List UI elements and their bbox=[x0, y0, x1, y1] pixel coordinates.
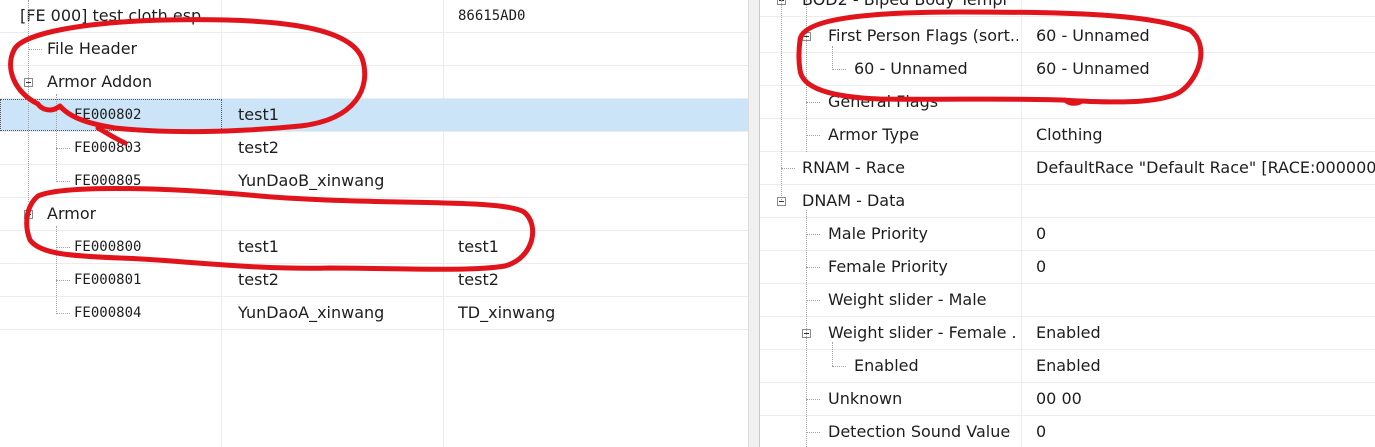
tree-line bbox=[806, 102, 820, 103]
tree-row-armor-addon[interactable]: Armor Addon bbox=[0, 66, 748, 99]
tree-line bbox=[781, 0, 782, 200]
tree-row-file-header[interactable]: File Header bbox=[0, 33, 748, 66]
element-value[interactable]: 0 bbox=[1036, 218, 1046, 250]
element-row[interactable]: Weight slider - Female ... Enabled bbox=[760, 317, 1375, 350]
record-view-pane[interactable]: BOD2 - Biped Body Templ First Person Fla… bbox=[760, 0, 1375, 447]
tree-line bbox=[832, 342, 833, 366]
editor-id: test1 bbox=[238, 105, 279, 124]
tree-line bbox=[56, 94, 57, 182]
element-value[interactable]: Enabled bbox=[1036, 317, 1101, 349]
tree-line bbox=[806, 432, 820, 433]
element-row[interactable]: Female Priority 0 bbox=[760, 251, 1375, 284]
plugin-crc: 86615AD0 bbox=[458, 8, 526, 24]
form-id: FE000801 bbox=[74, 272, 142, 288]
element-label: RNAM - Race bbox=[802, 158, 905, 177]
tree-line bbox=[56, 181, 70, 182]
element-value[interactable]: 60 - Unnamed bbox=[1036, 20, 1150, 52]
tree-line bbox=[28, 0, 29, 202]
element-row[interactable]: RNAM - Race DefaultRace "Default Race" [… bbox=[760, 152, 1375, 185]
element-row[interactable]: Detection Sound Value 0 bbox=[760, 416, 1375, 447]
element-label: Female Priority bbox=[828, 257, 948, 276]
element-row[interactable]: Unknown 00 00 bbox=[760, 383, 1375, 416]
plugin-name: [FE 000] test cloth.esp bbox=[20, 6, 202, 25]
tree-line bbox=[832, 366, 846, 367]
editor-id: test2 bbox=[238, 270, 279, 289]
element-row[interactable]: Enabled Enabled bbox=[760, 350, 1375, 383]
element-row[interactable]: Armor Type Clothing bbox=[760, 119, 1375, 152]
form-id: FE000803 bbox=[74, 140, 142, 156]
element-label: DNAM - Data bbox=[802, 191, 906, 210]
tree-row-record[interactable]: FE000804 YunDaoA_xinwang TD_xinwang bbox=[0, 297, 748, 330]
element-row[interactable]: 60 - Unnamed 60 - Unnamed bbox=[760, 53, 1375, 86]
tree-line bbox=[56, 313, 70, 314]
element-row[interactable]: General Flags bbox=[760, 86, 1375, 119]
form-id: FE000804 bbox=[74, 305, 142, 321]
element-value[interactable]: 0 bbox=[1036, 251, 1046, 283]
tree-line bbox=[806, 267, 820, 268]
tree-row-armor[interactable]: Armor bbox=[0, 198, 748, 231]
tree-line bbox=[806, 234, 820, 235]
tree-line bbox=[56, 280, 70, 281]
element-label: Enabled bbox=[854, 356, 919, 375]
element-label: Weight slider - Female ... bbox=[828, 323, 1018, 342]
element-value[interactable]: DefaultRace "Default Race" [RACE:0000001… bbox=[1036, 152, 1375, 184]
element-label: First Person Flags (sort... bbox=[828, 26, 1018, 45]
element-value[interactable]: Enabled bbox=[1036, 350, 1101, 382]
tree-line bbox=[806, 300, 820, 301]
full-name: TD_xinwang bbox=[458, 303, 556, 322]
element-row[interactable]: Male Priority 0 bbox=[760, 218, 1375, 251]
editor-id: test1 bbox=[238, 237, 279, 256]
tree-line bbox=[832, 69, 846, 70]
element-row[interactable]: Weight slider - Male bbox=[760, 284, 1375, 317]
collapse-icon[interactable] bbox=[24, 210, 33, 219]
element-row[interactable]: DNAM - Data bbox=[760, 185, 1375, 218]
tree-line bbox=[28, 49, 42, 50]
tree-line bbox=[806, 0, 807, 152]
group-label: Armor bbox=[47, 204, 97, 223]
tree-line bbox=[806, 210, 807, 447]
editor-id: YunDaoB_xinwang bbox=[238, 171, 385, 190]
pane-splitter[interactable] bbox=[748, 0, 760, 447]
element-value[interactable]: 0 bbox=[1036, 416, 1046, 447]
tree-row-record[interactable]: FE000805 YunDaoB_xinwang bbox=[0, 165, 748, 198]
tree-line bbox=[56, 226, 57, 314]
element-label: Male Priority bbox=[828, 224, 928, 243]
element-label: General Flags bbox=[828, 92, 939, 111]
record-tree-pane[interactable]: [FE 000] test cloth.esp 86615AD0 File He… bbox=[0, 0, 748, 447]
full-name: test1 bbox=[458, 237, 499, 256]
element-row[interactable]: BOD2 - Biped Body Templ bbox=[760, 0, 1375, 17]
element-label: BOD2 - Biped Body Templ bbox=[802, 0, 1007, 16]
tree-line bbox=[832, 46, 833, 70]
element-row[interactable]: First Person Flags (sort... 60 - Unnamed bbox=[760, 20, 1375, 53]
editor-id: YunDaoA_xinwang bbox=[238, 303, 385, 322]
element-label: Unknown bbox=[828, 389, 903, 408]
element-value[interactable]: 60 - Unnamed bbox=[1036, 53, 1150, 85]
form-id: FE000802 bbox=[74, 107, 142, 123]
tree-row-record[interactable]: FE000803 test2 bbox=[0, 132, 748, 165]
tree-line bbox=[781, 168, 795, 169]
tree-row-record[interactable]: FE000801 test2 test2 bbox=[0, 264, 748, 297]
file-header-label: File Header bbox=[47, 39, 138, 58]
tree-line bbox=[806, 135, 820, 136]
form-id: FE000805 bbox=[74, 173, 142, 189]
element-label: Weight slider - Male bbox=[828, 290, 987, 309]
element-value[interactable]: Clothing bbox=[1036, 119, 1103, 151]
element-label: 60 - Unnamed bbox=[854, 59, 968, 78]
tree-row-record[interactable]: FE000802 test1 bbox=[0, 99, 748, 132]
editor-id: test2 bbox=[238, 138, 279, 157]
tree-line bbox=[56, 148, 70, 149]
tree-line bbox=[806, 399, 820, 400]
group-label: Armor Addon bbox=[47, 72, 153, 91]
element-value[interactable]: 00 00 bbox=[1036, 383, 1082, 415]
tree-row-record[interactable]: FE000800 test1 test1 bbox=[0, 231, 748, 264]
tree-line bbox=[56, 247, 70, 248]
form-id: FE000800 bbox=[74, 239, 142, 255]
full-name: test2 bbox=[458, 270, 499, 289]
element-label: Detection Sound Value bbox=[828, 422, 1011, 441]
tree-row-plugin[interactable]: [FE 000] test cloth.esp 86615AD0 bbox=[0, 0, 748, 33]
element-label: Armor Type bbox=[828, 125, 920, 144]
